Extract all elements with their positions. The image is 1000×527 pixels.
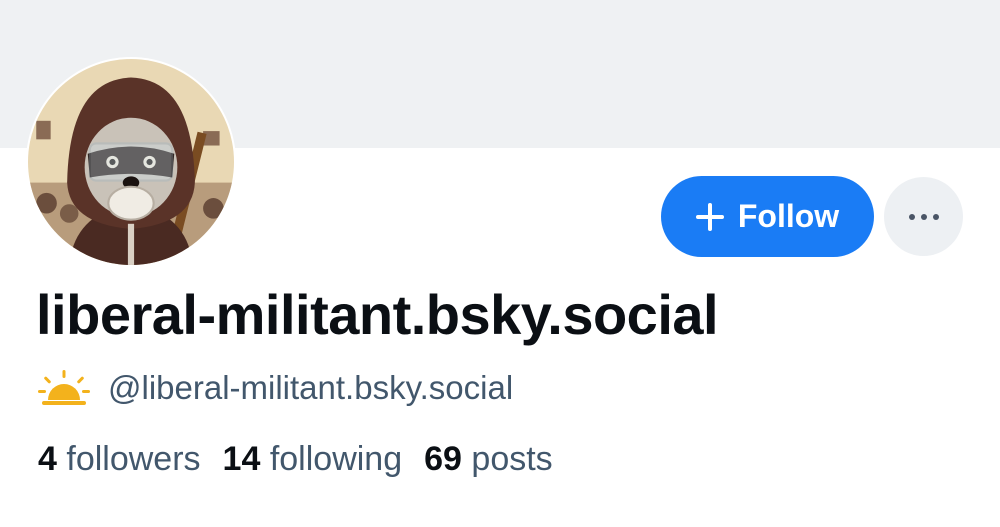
profile-stats: 4 followers 14 following 69 posts — [38, 440, 553, 479]
posts-label: posts — [471, 440, 553, 478]
follow-button-label: Follow — [737, 198, 840, 234]
display-name: liberal-militant.bsky.social — [36, 283, 719, 346]
followers-stat[interactable]: 4 followers — [38, 440, 201, 479]
following-stat[interactable]: 14 following — [223, 440, 403, 479]
handle-row: @liberal-militant.bsky.social — [38, 368, 513, 408]
followers-count: 4 — [38, 440, 57, 478]
posts-count: 69 — [424, 440, 462, 478]
profile-handle[interactable]: @liberal-militant.bsky.social — [108, 369, 513, 407]
followers-label: followers — [66, 440, 201, 478]
more-options-button[interactable] — [884, 177, 963, 256]
following-count: 14 — [222, 440, 261, 478]
follow-button[interactable]: Follow — [661, 176, 874, 257]
posts-stat: 69 posts — [424, 440, 553, 479]
raccoon-avatar-image — [28, 59, 234, 265]
ellipsis-icon — [908, 213, 939, 220]
sunrise-icon — [38, 370, 90, 405]
avatar[interactable] — [26, 57, 236, 267]
following-label: following — [269, 440, 403, 478]
plus-icon — [695, 202, 724, 231]
